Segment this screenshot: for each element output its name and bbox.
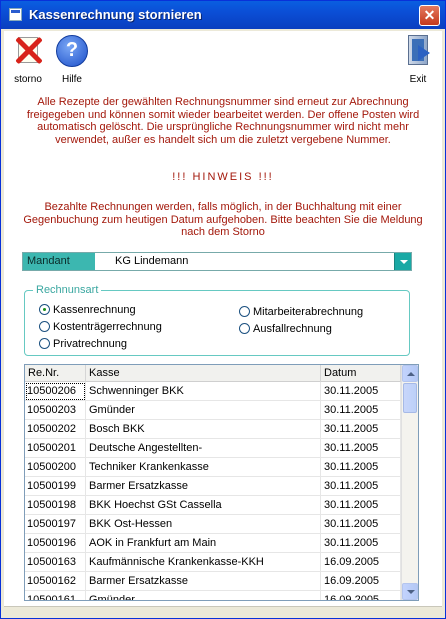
vertical-scrollbar[interactable]: [401, 365, 418, 600]
cell-datum: 30.11.2005: [321, 420, 401, 439]
cell-datum: 16.09.2005: [321, 591, 401, 600]
help-button[interactable]: ? Hilfe: [50, 35, 94, 85]
cell-kasse: Schwenninger BKK: [86, 382, 321, 401]
exit-door-icon: [402, 35, 434, 67]
radio-privatrechnung[interactable]: Privatrechnung: [39, 338, 127, 350]
cell-renr: 10500199: [25, 477, 86, 496]
cell-datum: 30.11.2005: [321, 401, 401, 420]
radio-ausfallrechnung[interactable]: Ausfallrechnung: [239, 323, 332, 335]
cell-renr: 10500161: [25, 591, 86, 600]
table-row[interactable]: 10500203 Gmünder 30.11.2005: [25, 401, 401, 420]
cell-renr: 10500197: [25, 515, 86, 534]
cell-datum: 30.11.2005: [321, 382, 401, 401]
storno-button[interactable]: storno: [6, 35, 50, 85]
cell-kasse: Techniker Krankenkasse: [86, 458, 321, 477]
exit-button[interactable]: Exit: [396, 35, 440, 85]
cell-datum: 30.11.2005: [321, 439, 401, 458]
chevron-down-icon[interactable]: [394, 253, 411, 270]
column-header-datum[interactable]: Datum: [321, 365, 401, 382]
title-bar[interactable]: Kassenrechnung stornieren ✕: [1, 1, 445, 29]
cell-kasse: Gmünder: [86, 591, 321, 600]
scroll-up-icon[interactable]: [402, 365, 418, 382]
cell-kasse: AOK in Frankfurt am Main: [86, 534, 321, 553]
cell-renr: 10500201: [25, 439, 86, 458]
radio-kassenrechnung[interactable]: Kassenrechnung: [39, 304, 136, 316]
cell-datum: 16.09.2005: [321, 572, 401, 591]
table-row[interactable]: 10500197 BKK Ost-Hessen 30.11.2005: [25, 515, 401, 534]
radio-label: Privatrechnung: [53, 338, 127, 350]
exit-label: Exit: [409, 74, 427, 85]
mandant-value: KG Lindemann: [115, 255, 189, 267]
info-message: Alle Rezepte der gewählten Rechnungsnumm…: [26, 96, 420, 146]
main-content: Alle Rezepte der gewählten Rechnungsnumm…: [4, 86, 442, 606]
rechnungsart-group: Rechnunsart Kassenrechnung Kostenträgerr…: [24, 284, 410, 356]
table-row[interactable]: 10500202 Bosch BKK 30.11.2005: [25, 420, 401, 439]
mandant-label: Mandant: [23, 253, 95, 270]
cell-kasse: Barmer Ersatzkasse: [86, 572, 321, 591]
radio-kostentraegerrechnung[interactable]: Kostenträgerrechnung: [39, 321, 162, 333]
cell-kasse: Gmünder: [86, 401, 321, 420]
window-title: Kassenrechnung stornieren: [29, 7, 202, 22]
status-bar: [4, 606, 442, 618]
cell-datum: 16.09.2005: [321, 553, 401, 572]
help-icon: ?: [56, 35, 88, 67]
radio-label: Kostenträgerrechnung: [53, 321, 162, 333]
payment-note: Bezahlte Rechnungen werden, falls möglic…: [23, 201, 423, 238]
cell-renr: 10500203: [25, 401, 86, 420]
table-row[interactable]: 10500163 Kaufmännische Krankenkasse-KKH 16…: [25, 553, 401, 572]
mandant-select[interactable]: Mandant KG Lindemann: [22, 252, 412, 271]
cell-renr: 10500162: [25, 572, 86, 591]
cell-datum: 30.11.2005: [321, 477, 401, 496]
help-label: Hilfe: [61, 74, 82, 85]
toolbar: storno ? Hilfe Exit: [4, 31, 442, 86]
cell-renr: 10500163: [25, 553, 86, 572]
table-row[interactable]: 10500198 BKK Hoechst GSt Cassella 30.11.20…: [25, 496, 401, 515]
cell-kasse: BKK Hoechst GSt Cassella: [86, 496, 321, 515]
close-button[interactable]: ✕: [419, 5, 440, 26]
table-body: 10500206 Schwenninger BKK 30.11.2005 105002…: [25, 382, 401, 600]
cell-renr: 10500198: [25, 496, 86, 515]
table-row[interactable]: 10500201 Deutsche Angestellten- 30.11.2005: [25, 439, 401, 458]
scroll-down-icon[interactable]: [402, 583, 418, 600]
radio-selected-icon: [39, 304, 50, 315]
table-header: Re.Nr. Kasse Datum: [25, 365, 401, 382]
cell-kasse: BKK Ost-Hessen: [86, 515, 321, 534]
column-header-kasse[interactable]: Kasse: [86, 365, 321, 382]
cell-datum: 30.11.2005: [321, 496, 401, 515]
table-row[interactable]: 10500199 Barmer Ersatzkasse 30.11.2005: [25, 477, 401, 496]
window-icon: [9, 8, 22, 21]
table-row[interactable]: 10500162 Barmer Ersatzkasse 16.09.2005: [25, 572, 401, 591]
cell-renr: 10500196: [25, 534, 86, 553]
table-row[interactable]: 10500161 Gmünder 16.09.2005: [25, 591, 401, 600]
cell-renr: 10500202: [25, 420, 86, 439]
cell-renr: 10500200: [25, 458, 86, 477]
rechnungsart-legend: Rechnunsart: [36, 284, 99, 296]
cell-datum: 30.11.2005: [321, 458, 401, 477]
scroll-thumb[interactable]: [403, 383, 417, 413]
cell-kasse: Barmer Ersatzkasse: [86, 477, 321, 496]
table-row[interactable]: 10500200 Techniker Krankenkasse 30.11.2005: [25, 458, 401, 477]
column-header-renr[interactable]: Re.Nr.: [25, 365, 86, 382]
radio-label: Mitarbeiterabrechnung: [253, 306, 364, 318]
cell-kasse: Kaufmännische Krankenkasse-KKH: [86, 553, 321, 572]
cell-kasse: Bosch BKK: [86, 420, 321, 439]
dialog-window: Kassenrechnung stornieren ✕ storno ? Hil…: [0, 0, 446, 619]
radio-label: Ausfallrechnung: [253, 323, 332, 335]
storno-icon: [12, 35, 44, 67]
storno-label: storno: [14, 74, 42, 85]
cell-renr: 10500206: [25, 382, 86, 401]
radio-icon: [239, 306, 250, 317]
cell-kasse: Deutsche Angestellten-: [86, 439, 321, 458]
radio-icon: [39, 321, 50, 332]
cell-datum: 30.11.2005: [321, 534, 401, 553]
table-row[interactable]: 10500206 Schwenninger BKK 30.11.2005: [25, 382, 401, 401]
radio-icon: [239, 323, 250, 334]
cell-datum: 30.11.2005: [321, 515, 401, 534]
table-row[interactable]: 10500196 AOK in Frankfurt am Main 30.11.20…: [25, 534, 401, 553]
radio-label: Kassenrechnung: [53, 304, 136, 316]
radio-mitarbeiterabrechnung[interactable]: Mitarbeiterabrechnung: [239, 306, 363, 318]
hinweis-heading: !!! HINWEIS !!!: [172, 171, 274, 183]
radio-icon: [39, 338, 50, 349]
invoice-table[interactable]: Re.Nr. Kasse Datum 10500206 Schwenninger …: [24, 364, 419, 601]
